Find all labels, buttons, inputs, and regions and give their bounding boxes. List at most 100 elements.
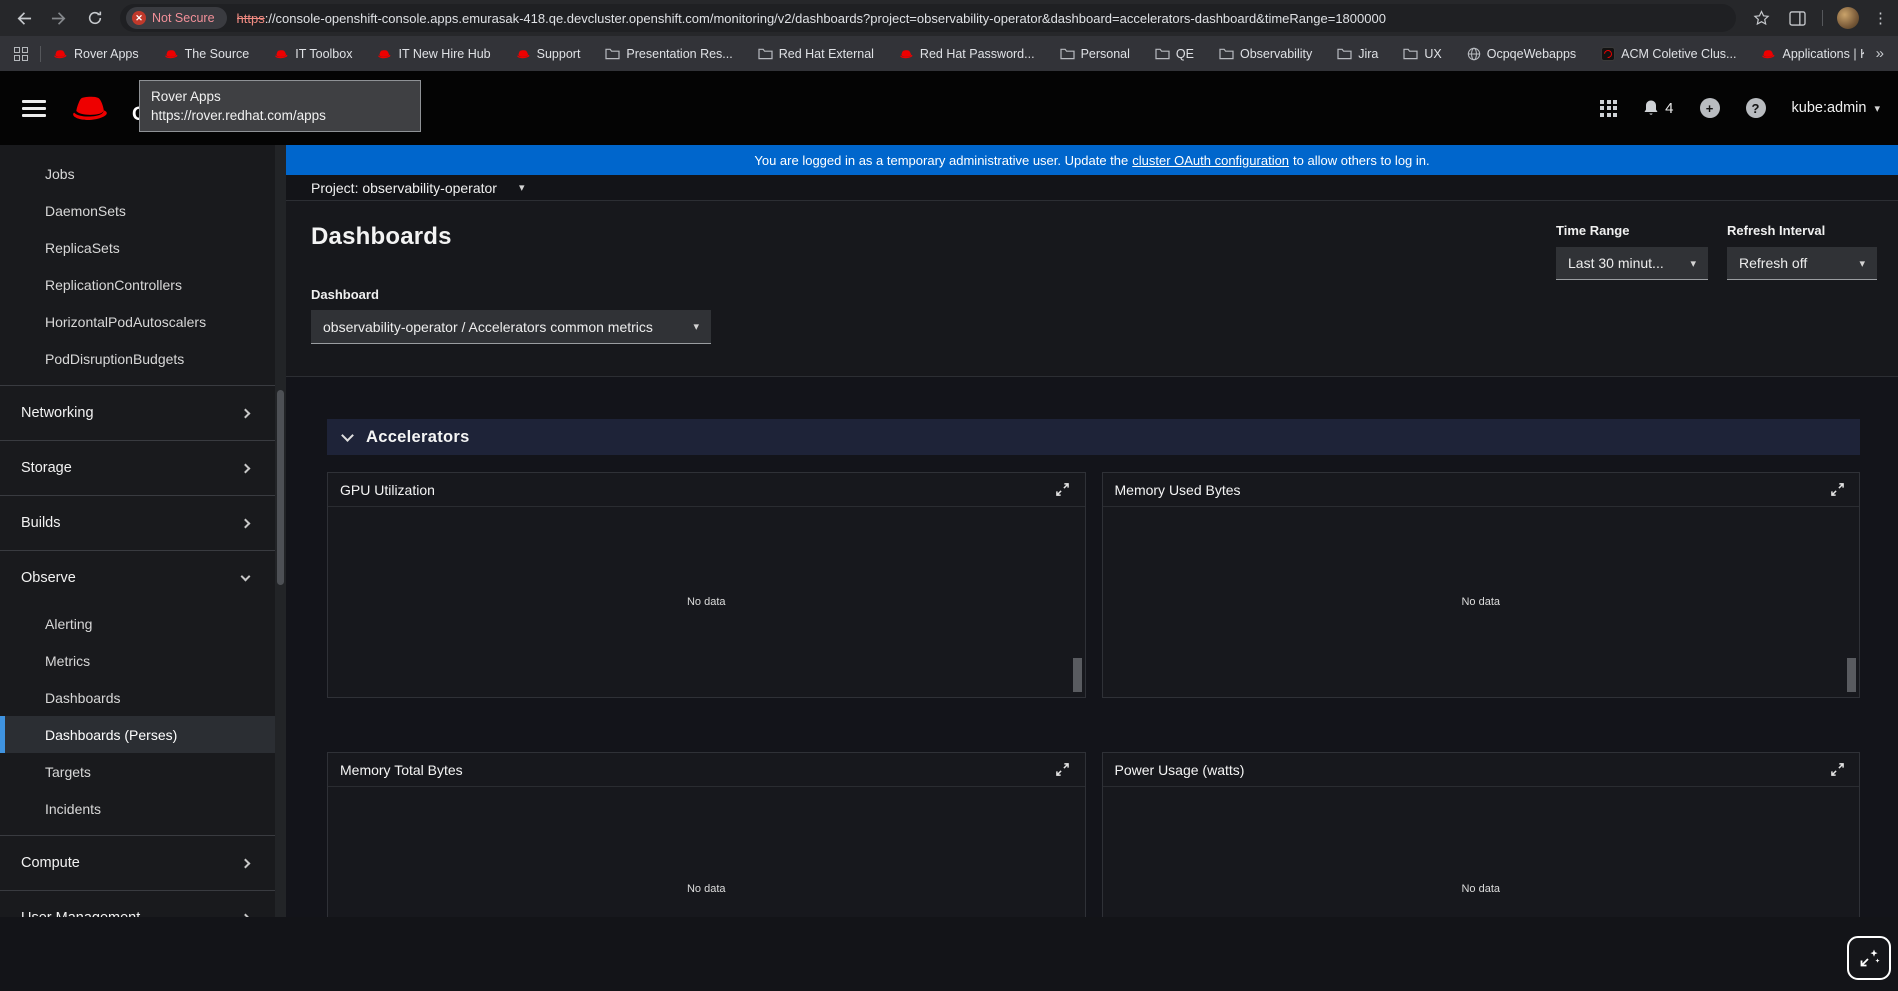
sidebar-item[interactable]: Observe [0, 550, 275, 605]
sidebar-item[interactable]: Metrics [0, 642, 275, 679]
sidebar-scrollbar-thumb[interactable] [277, 390, 284, 585]
bookmarks-overflow-chevron[interactable]: » [1876, 45, 1884, 62]
sidebar-item[interactable]: Incidents [0, 790, 275, 827]
bookmark-item[interactable]: Red Hat External [758, 47, 874, 61]
sidebar-item[interactable]: User Management [0, 890, 275, 917]
reload-button[interactable] [84, 7, 106, 29]
notifications-button[interactable]: 4 [1643, 99, 1674, 117]
section-title: Accelerators [366, 427, 470, 446]
sidebar-item[interactable]: HorizontalPodAutoscalers [0, 303, 275, 340]
sidebar-item[interactable]: DaemonSets [0, 192, 275, 229]
help-button[interactable]: ? [1745, 98, 1766, 118]
oauth-config-link[interactable]: cluster OAuth configuration [1132, 153, 1289, 168]
bookmark-item[interactable]: Presentation Res... [605, 47, 733, 61]
sidebar-item[interactable]: Networking [0, 385, 275, 440]
forward-button[interactable] [48, 7, 70, 29]
browser-menu-button[interactable]: ⋮ [1873, 9, 1888, 27]
apps-shortcut-icon[interactable] [14, 46, 28, 61]
panel-header: Power Usage (watts) [1102, 753, 1859, 787]
user-menu[interactable]: kube:admin ▾ [1792, 100, 1881, 116]
bookmark-item[interactable]: Red Hat Password... [899, 47, 1035, 61]
bookmark-label: Rover Apps [74, 46, 139, 61]
address-bar[interactable]: ✕ Not Secure https://console-openshift-c… [120, 4, 1736, 32]
bookmark-item[interactable]: OcpqeWebapps [1467, 47, 1576, 61]
bookmarks-divider [40, 45, 41, 62]
dashboard-dropdown-value: observability-operator / Accelerators co… [323, 318, 653, 335]
bookmark-item[interactable]: Personal [1059, 46, 1130, 61]
panel-header: Memory Used Bytes [1102, 473, 1859, 507]
panel-expand-button[interactable] [1827, 480, 1847, 500]
reload-icon [88, 11, 102, 25]
screen: ✕ Not Secure https://console-openshift-c… [0, 0, 1898, 991]
sidebar-item[interactable]: Compute [0, 835, 275, 890]
import-yaml-button[interactable]: + [1699, 98, 1720, 118]
dashboard-panel: Memory Used Bytes No data [1101, 472, 1860, 698]
bookmark-item[interactable]: IT New Hire Hub [377, 46, 491, 61]
bookmark-item[interactable]: IT Toolbox [274, 47, 352, 61]
nav-menu-toggle[interactable] [22, 99, 46, 117]
time-range-dropdown[interactable]: Last 30 minut... ▾ [1556, 247, 1708, 280]
sidebar-item[interactable]: ReplicationControllers [0, 266, 275, 303]
panel-scrollbar-thumb[interactable] [1072, 658, 1082, 692]
accelerators-section-header[interactable]: Accelerators [327, 419, 1860, 455]
sidebar-item[interactable]: Dashboards [0, 679, 275, 716]
redhat-icon [516, 49, 530, 58]
sidebar-item[interactable]: ReplicaSets [0, 229, 275, 266]
profile-avatar[interactable] [1837, 7, 1859, 29]
sidebar-item[interactable]: Targets [0, 753, 275, 790]
assistant-launcher-button[interactable] [1847, 936, 1891, 980]
sidebar-item[interactable]: Jobs [0, 155, 275, 192]
bookmark-item[interactable]: Support [516, 47, 580, 61]
folder-icon [1403, 48, 1418, 60]
panel-header: GPU Utilization [328, 473, 1085, 507]
sidebar-item[interactable]: Storage [0, 440, 275, 495]
browser-toolbar: ✕ Not Secure https://console-openshift-c… [0, 0, 1898, 36]
bookmark-item[interactable]: ACM Coletive Clus... [1601, 46, 1736, 61]
panel-scrollbar-thumb[interactable] [1847, 658, 1856, 692]
sidebar-item[interactable]: Builds [0, 495, 275, 550]
bookmark-item[interactable]: Observability [1219, 47, 1312, 61]
folder-icon [1337, 48, 1352, 60]
no-data-text: No data [1461, 883, 1501, 895]
chevron-right-icon [240, 858, 251, 868]
back-icon [17, 11, 31, 25]
bookmark-label: IT Toolbox [295, 46, 353, 61]
bookmark-label: Personal [1080, 46, 1130, 61]
no-data-text: No data [686, 596, 726, 608]
bookmark-item[interactable]: Jira [1337, 47, 1378, 61]
refresh-interval-dropdown[interactable]: Refresh off ▾ [1727, 247, 1877, 280]
url-scheme: https [236, 10, 265, 26]
panel-expand-button[interactable] [1053, 480, 1073, 500]
login-banner: You are logged in as a temporary adminis… [286, 145, 1898, 175]
app-launcher-icon[interactable] [1600, 99, 1618, 117]
sidebar-item[interactable]: PodDisruptionBudgets [0, 340, 275, 377]
bookmark-label: IT New Hire Hub [398, 46, 491, 61]
refresh-interval-caret-icon: ▾ [1859, 257, 1865, 270]
panel-expand-button[interactable] [1827, 760, 1847, 780]
project-selector[interactable]: Project: observability-operator ▾ [286, 175, 1898, 201]
security-chip[interactable]: ✕ Not Secure [126, 7, 227, 29]
dashboard-dropdown[interactable]: observability-operator / Accelerators co… [311, 310, 711, 344]
bookmark-label: The Source [184, 46, 250, 61]
side-panel-button[interactable] [1786, 7, 1808, 29]
bookmark-star-button[interactable] [1750, 7, 1772, 29]
dashboard-panel: Memory Total Bytes No data [327, 752, 1086, 917]
bookmark-item[interactable]: Applications | Konf... [1761, 47, 1864, 61]
sidebar-item[interactable]: Alerting [0, 605, 275, 642]
sidebar-item-label: HorizontalPodAutoscalers [45, 313, 207, 330]
page-header: Dashboards Time Range Last 30 minut... ▾… [286, 201, 1898, 377]
bookmark-item[interactable]: The Source [164, 46, 250, 61]
panel-expand-button[interactable] [1053, 760, 1073, 780]
sidebar-scrollbar[interactable] [275, 145, 286, 917]
bookmark-item[interactable]: Rover Apps [53, 47, 139, 61]
redhat-icon [54, 49, 67, 58]
back-button[interactable] [12, 7, 34, 29]
bookmarks-bar: Rover Apps The Source IT Toolbox IT New … [0, 36, 1898, 71]
sidebar-item[interactable]: Dashboards (Perses) [0, 716, 275, 753]
bookmark-item[interactable]: QE [1155, 47, 1194, 61]
folder-icon [1059, 48, 1075, 60]
bookmark-label: Observability [1239, 46, 1313, 61]
bookmark-item[interactable]: UX [1403, 47, 1442, 61]
globe-icon [1467, 47, 1480, 60]
sidebar-item-label: ReplicaSets [45, 239, 120, 256]
